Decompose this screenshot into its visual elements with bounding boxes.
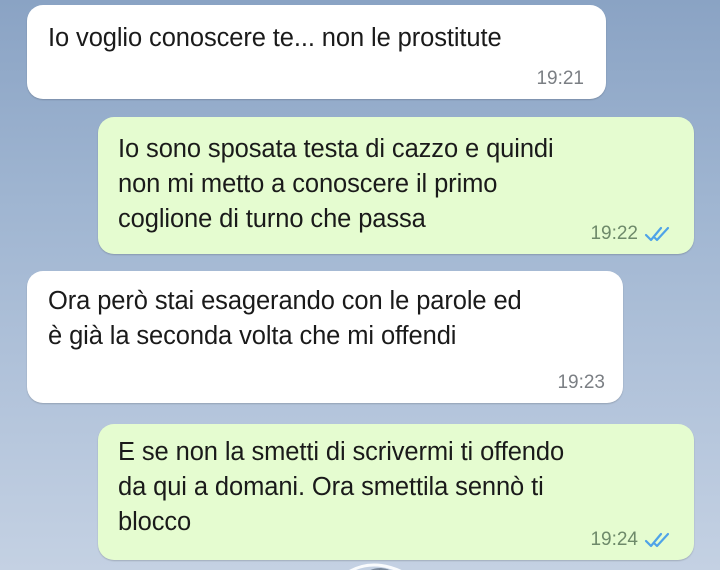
message-bubble-incoming[interactable]: Io voglio conoscere te... non le prostit… bbox=[27, 5, 606, 99]
double-check-read-icon bbox=[644, 226, 670, 242]
message-meta: 19:24 bbox=[590, 529, 674, 551]
message-time: 19:23 bbox=[557, 372, 605, 393]
message-meta: 19:21 bbox=[536, 68, 584, 90]
message-meta: 19:23 bbox=[557, 372, 605, 394]
message-time: 19:21 bbox=[536, 68, 584, 89]
message-bubble-incoming[interactable]: Ora però stai esagerando con le parole e… bbox=[27, 271, 623, 403]
message-time: 19:24 bbox=[590, 529, 638, 550]
message-text: Ora però stai esagerando con le parole e… bbox=[48, 287, 522, 350]
double-check-read-icon bbox=[644, 532, 670, 548]
message-bubble-outgoing[interactable]: E se non la smetti di scrivermi ti offen… bbox=[98, 424, 694, 560]
message-text: Io voglio conoscere te... non le prostit… bbox=[48, 24, 502, 52]
message-time: 19:22 bbox=[590, 223, 638, 244]
message-text: E se non la smetti di scrivermi ti offen… bbox=[118, 438, 565, 536]
message-bubble-outgoing[interactable]: Io sono sposata testa di cazzo e quindi … bbox=[98, 117, 694, 254]
message-meta: 19:22 bbox=[590, 223, 674, 245]
message-text: Io sono sposata testa di cazzo e quindi … bbox=[118, 135, 554, 233]
